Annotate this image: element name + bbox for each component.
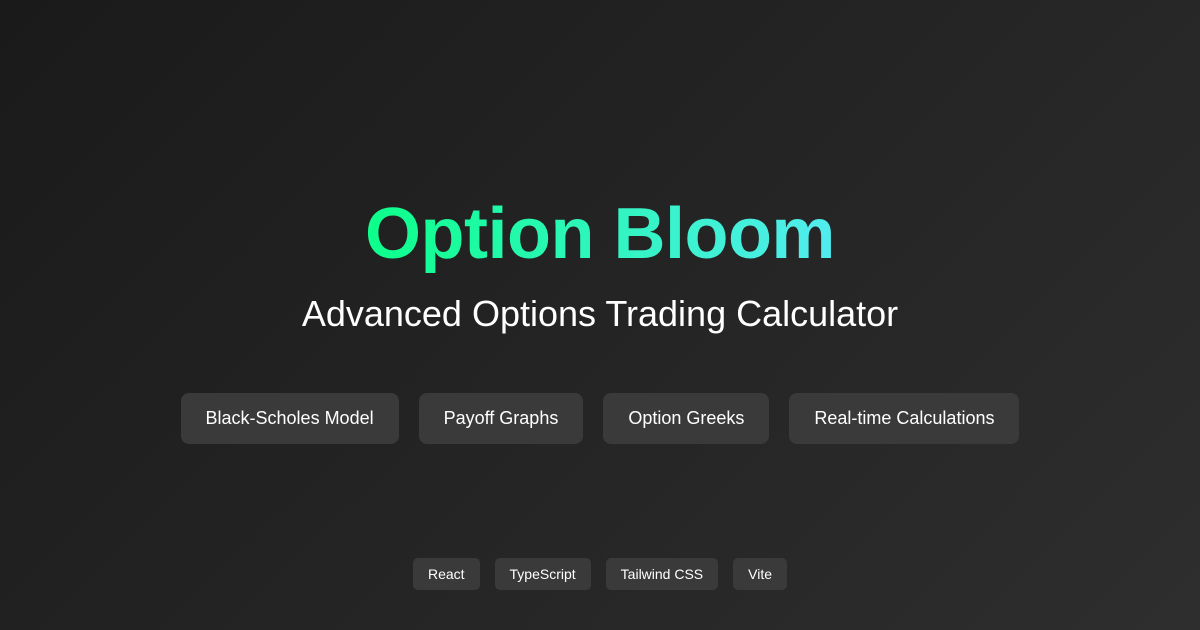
tech-stack-list: React TypeScript Tailwind CSS Vite	[0, 558, 1200, 590]
feature-list: Black-Scholes Model Payoff Graphs Option…	[0, 393, 1200, 444]
feature-pill-option-greeks: Option Greeks	[603, 393, 770, 444]
tech-badge-typescript: TypeScript	[494, 558, 591, 590]
feature-pill-black-scholes: Black-Scholes Model	[180, 393, 399, 444]
feature-pill-payoff-graphs: Payoff Graphs	[418, 393, 584, 444]
tech-badge-vite: Vite	[733, 558, 788, 590]
tech-badge-react: React	[412, 558, 480, 590]
tech-badge-tailwind-css: Tailwind CSS	[605, 558, 719, 590]
app-title-text: Option Bloom	[365, 194, 835, 274]
app-subtitle: Advanced Options Trading Calculator	[301, 293, 899, 334]
feature-pill-real-time-calculations: Real-time Calculations	[789, 393, 1020, 444]
app-title: Option Bloom	[0, 192, 1200, 276]
